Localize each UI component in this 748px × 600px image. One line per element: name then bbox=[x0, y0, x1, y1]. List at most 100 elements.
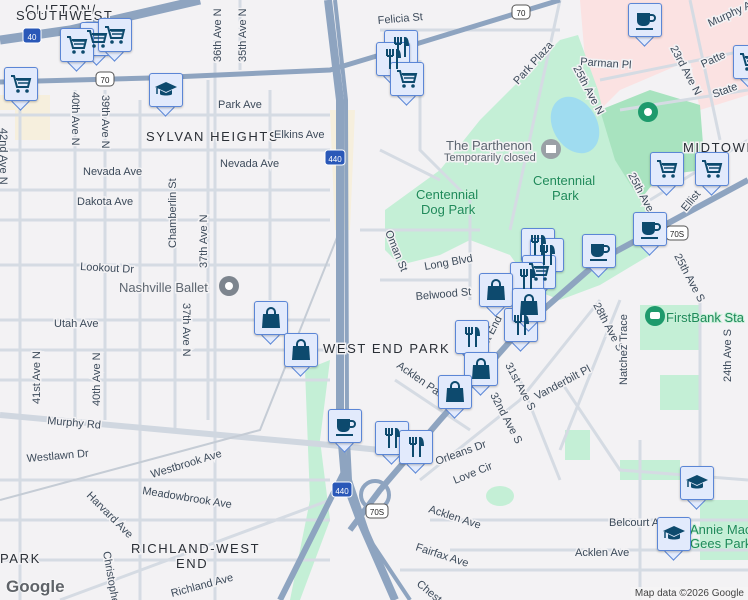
svg-text:440: 440 bbox=[335, 487, 349, 496]
svg-text:Murphy Rd: Murphy Rd bbox=[47, 415, 102, 432]
svg-text:Nevada Ave: Nevada Ave bbox=[220, 158, 279, 170]
svg-text:70S: 70S bbox=[370, 508, 384, 517]
svg-text:Vanderbilt Pl: Vanderbilt Pl bbox=[533, 363, 593, 402]
i440-shield: 440 bbox=[331, 481, 353, 498]
svg-text:70: 70 bbox=[101, 76, 110, 85]
hospital-pin-icon[interactable] bbox=[638, 102, 658, 122]
cart-marker[interactable] bbox=[390, 62, 424, 106]
bag-marker[interactable] bbox=[254, 301, 288, 345]
cart-icon bbox=[390, 62, 424, 96]
coffee-marker[interactable] bbox=[328, 409, 362, 453]
food-icon bbox=[399, 430, 433, 464]
svg-text:40th Ave N: 40th Ave N bbox=[69, 92, 81, 146]
cart-marker[interactable] bbox=[650, 152, 684, 196]
map-attribution[interactable]: Map data ©2026 Google bbox=[630, 587, 748, 600]
cart-marker[interactable] bbox=[733, 45, 748, 89]
svg-text:Westbrook Ave: Westbrook Ave bbox=[149, 448, 223, 481]
svg-text:70S: 70S bbox=[670, 230, 684, 239]
svg-text:41st Ave N: 41st Ave N bbox=[31, 351, 43, 404]
school-marker[interactable] bbox=[657, 517, 691, 561]
coffee-marker[interactable] bbox=[582, 234, 616, 278]
bag-icon bbox=[464, 352, 498, 386]
stadium-icon[interactable] bbox=[645, 306, 665, 326]
svg-text:Meadowbrook Ave: Meadowbrook Ave bbox=[142, 485, 233, 511]
cart-marker[interactable] bbox=[4, 67, 38, 111]
svg-text:42nd Ave N: 42nd Ave N bbox=[0, 128, 9, 185]
bag-icon bbox=[254, 301, 288, 335]
svg-text:Belwood St: Belwood St bbox=[415, 286, 471, 303]
i40-shield: 40 bbox=[22, 27, 42, 44]
neighborhood-label: PARK bbox=[0, 551, 41, 566]
bag-icon bbox=[438, 375, 472, 409]
svg-text:Chest: Chest bbox=[414, 578, 444, 600]
coffee-icon bbox=[582, 234, 616, 268]
school-marker[interactable] bbox=[680, 466, 714, 510]
svg-text:Acklen Ave: Acklen Ave bbox=[427, 503, 482, 531]
coffee-icon bbox=[633, 212, 667, 246]
svg-text:Fairfax Ave: Fairfax Ave bbox=[414, 541, 470, 569]
svg-text:Chamberlin St: Chamberlin St bbox=[167, 178, 179, 248]
cart-marker[interactable] bbox=[60, 28, 94, 72]
poi-nashville-ballet[interactable]: Nashville Ballet bbox=[118, 279, 210, 297]
cart-icon bbox=[98, 18, 132, 52]
svg-text:35th Ave N: 35th Ave N bbox=[237, 8, 249, 62]
svg-text:Christophe: Christophe bbox=[100, 550, 121, 600]
svg-text:440: 440 bbox=[328, 155, 342, 164]
svg-text:Harvard Ave: Harvard Ave bbox=[84, 490, 135, 541]
food-icon bbox=[455, 320, 489, 354]
map-canvas[interactable]: 40 70 70 440 440 70S 70S CLIFTON/ SOUTHW… bbox=[0, 0, 748, 600]
google-logo: Google bbox=[6, 577, 65, 596]
park-label: Gees Park bbox=[690, 536, 748, 551]
svg-text:Lookout Dr: Lookout Dr bbox=[80, 261, 135, 276]
cart-icon bbox=[733, 45, 748, 79]
cart-marker[interactable] bbox=[98, 18, 132, 62]
food-icon bbox=[510, 262, 544, 296]
bag-marker[interactable] bbox=[284, 333, 318, 377]
poi-status: Temporarily closed bbox=[444, 152, 536, 164]
park-label: Park bbox=[552, 188, 579, 203]
svg-text:Dakota Ave: Dakota Ave bbox=[77, 196, 133, 208]
school-icon bbox=[149, 73, 183, 107]
us70s-shield: 70S bbox=[365, 503, 389, 519]
bag-icon bbox=[284, 333, 318, 367]
svg-text:40: 40 bbox=[28, 33, 37, 42]
svg-text:Richland Ave: Richland Ave bbox=[170, 572, 235, 600]
field bbox=[660, 375, 700, 410]
svg-text:37th Ave N: 37th Ave N bbox=[180, 303, 192, 357]
us70s-shield: 70S bbox=[665, 225, 689, 241]
park-label: Centennial bbox=[533, 173, 595, 188]
poi-parthenon[interactable]: The Parthenon bbox=[445, 137, 534, 155]
svg-text:Natchez Trace: Natchez Trace bbox=[618, 314, 630, 385]
food-marker[interactable] bbox=[399, 430, 433, 474]
svg-text:70: 70 bbox=[517, 9, 526, 18]
svg-text:36th Ave N: 36th Ave N bbox=[212, 8, 224, 62]
school-marker[interactable] bbox=[149, 73, 183, 117]
park-label: Centennial bbox=[416, 187, 478, 202]
venue-pin-icon[interactable] bbox=[219, 276, 239, 296]
svg-text:Park Ave: Park Ave bbox=[218, 99, 262, 111]
coffee-icon bbox=[628, 3, 662, 37]
bag-marker[interactable] bbox=[438, 375, 472, 419]
cart-marker[interactable] bbox=[695, 152, 729, 196]
svg-text:Love Cir: Love Cir bbox=[452, 460, 495, 487]
svg-text:37th Ave N: 37th Ave N bbox=[198, 214, 210, 268]
museum-icon[interactable] bbox=[541, 139, 561, 159]
svg-text:40th Ave N: 40th Ave N bbox=[91, 352, 103, 406]
svg-text:25th Ave S: 25th Ave S bbox=[671, 252, 706, 304]
coffee-marker[interactable] bbox=[633, 212, 667, 256]
coffee-marker[interactable] bbox=[628, 3, 662, 47]
svg-text:Elkins Ave: Elkins Ave bbox=[274, 129, 325, 141]
park-label: Annie Mac bbox=[690, 522, 748, 537]
park-label: Dog Park bbox=[421, 202, 476, 217]
i440-shield: 440 bbox=[324, 149, 346, 166]
neighborhood-label: END bbox=[176, 556, 208, 571]
school-icon bbox=[657, 517, 691, 551]
svg-text:Nevada Ave: Nevada Ave bbox=[83, 166, 142, 178]
coffee-icon bbox=[328, 409, 362, 443]
svg-text:Utah Ave: Utah Ave bbox=[54, 318, 98, 330]
svg-text:Felicia St: Felicia St bbox=[377, 11, 423, 27]
neighborhood-label: SYLVAN HEIGHTS bbox=[146, 129, 279, 144]
cart-icon bbox=[4, 67, 38, 101]
bag-icon bbox=[512, 288, 546, 322]
poi-firstbank-stadium[interactable]: FirstBank Sta bbox=[665, 309, 746, 326]
